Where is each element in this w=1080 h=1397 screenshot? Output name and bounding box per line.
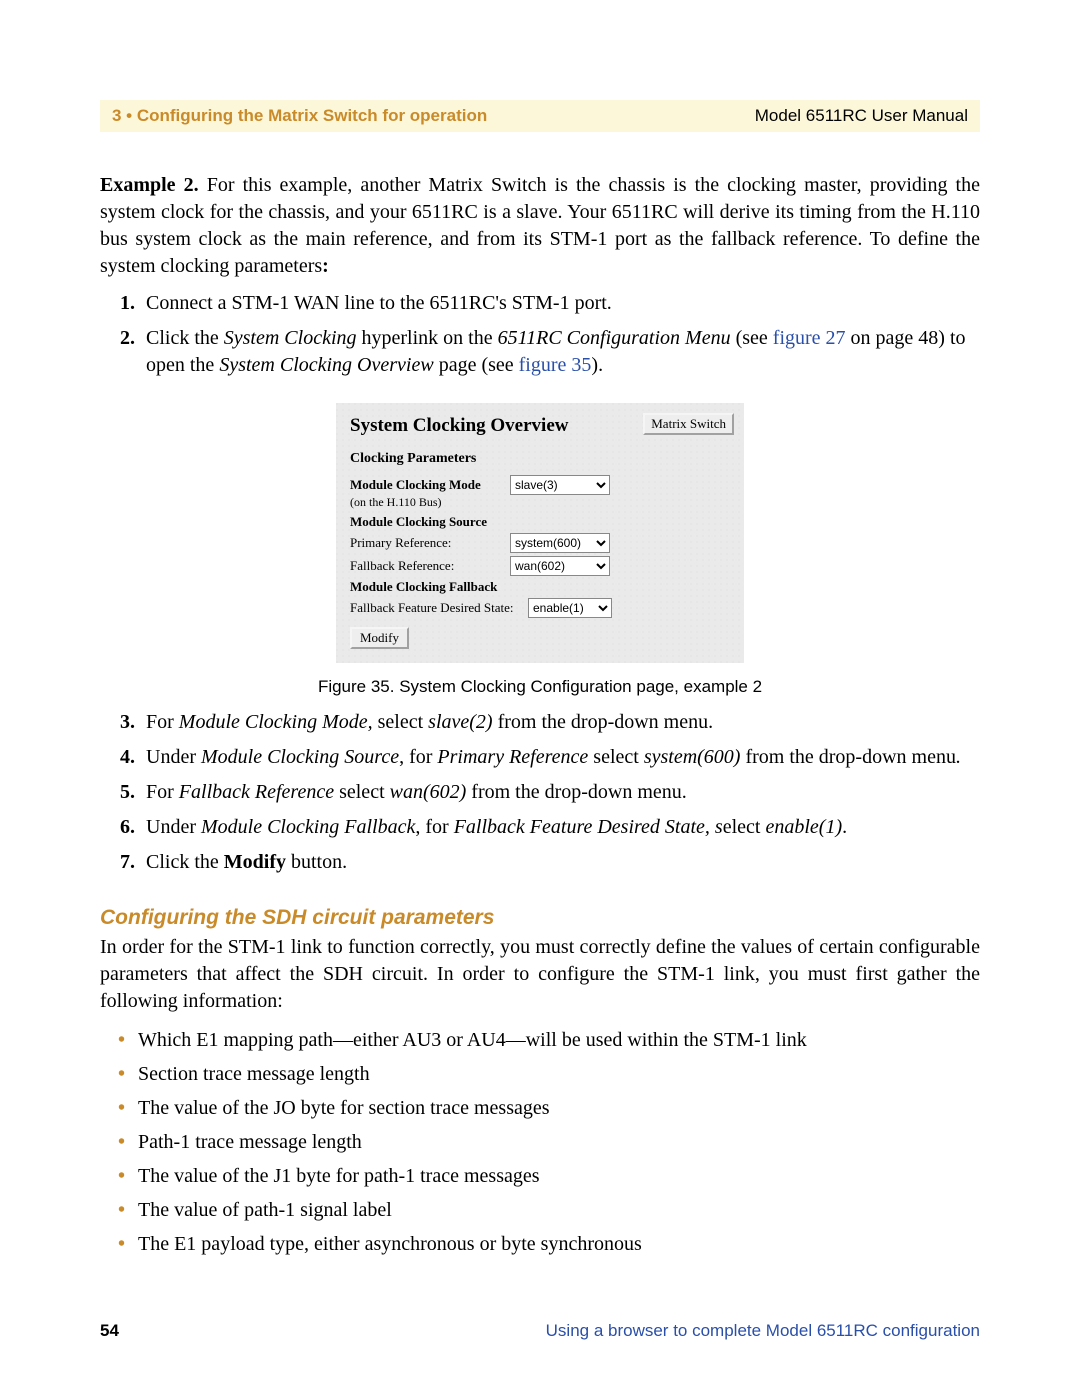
link-figure-35[interactable]: figure 35 [519, 354, 592, 376]
t: System Clocking [224, 327, 357, 349]
label-fallback-ref: Fallback Reference: [350, 558, 510, 574]
t: Modify [224, 851, 286, 873]
link-figure-27[interactable]: figure 27 [773, 327, 846, 349]
step-3: For Module Clocking Mode, select slave(2… [140, 709, 980, 736]
bullet-item: The E1 payload type, either asynchronous… [124, 1231, 980, 1257]
t: from the drop-down menu. [493, 711, 714, 733]
bullet-item: The value of the JO byte for section tra… [124, 1095, 980, 1121]
clocking-parameters-label: Clocking Parameters [350, 451, 730, 467]
example-colon: : [322, 255, 329, 277]
step-5: For Fallback Reference select wan(602) f… [140, 779, 980, 806]
select-primary-ref[interactable]: system(600) [510, 533, 610, 553]
bullet-item: Which E1 mapping path—either AU3 or AU4—… [124, 1027, 980, 1053]
t: select [588, 746, 644, 768]
figure-35-wrap: System Clocking Overview Matrix Switch C… [100, 403, 980, 697]
page-footer: 54 Using a browser to complete Model 651… [100, 1321, 980, 1341]
example-paragraph: Example 2. For this example, another Mat… [100, 172, 980, 280]
t: Under [146, 816, 201, 838]
t: For [146, 781, 179, 803]
t: . [842, 816, 847, 838]
modify-button[interactable]: Modify [350, 627, 409, 649]
t: page (see [434, 354, 519, 376]
select-fallback-ref[interactable]: wan(602) [510, 556, 610, 576]
t: Fallback Feature Desired State, s [454, 816, 723, 838]
t: system(600) [644, 746, 741, 768]
step-1: Connect a STM-1 WAN line to the 6511RC's… [140, 290, 980, 317]
t: Module Clocking Fallback [201, 816, 415, 838]
row-clocking-source-heading: Module Clocking Source [350, 514, 730, 530]
page-number: 54 [100, 1321, 119, 1341]
t: Fallback Reference [179, 781, 334, 803]
t: ). [591, 354, 603, 376]
t: . [956, 746, 961, 768]
row-clocking-fallback-heading: Module Clocking Fallback [350, 579, 730, 595]
step-6: Under Module Clocking Fallback, for Fall… [140, 814, 980, 841]
step-1-text: Connect a STM-1 WAN line to the 6511RC's… [146, 292, 612, 314]
row-fallback-state: Fallback Feature Desired State: enable(1… [350, 598, 730, 618]
t: button. [286, 851, 347, 873]
step-7: Click the Modify button. [140, 849, 980, 876]
steps-list-bottom: For Module Clocking Mode, select slave(2… [100, 709, 980, 876]
t: select [334, 781, 390, 803]
label-clocking-source: Module Clocking Source [350, 514, 510, 530]
bullet-item: The value of the J1 byte for path-1 trac… [124, 1163, 980, 1189]
figure-title: System Clocking Overview [350, 415, 568, 437]
t: Click the [146, 851, 224, 873]
footer-text: Using a browser to complete Model 6511RC… [546, 1321, 980, 1341]
t: , for [399, 746, 437, 768]
t: from the drop-down menu [740, 746, 956, 768]
bullet-item: The value of path-1 signal label [124, 1197, 980, 1223]
figure-35-caption: Figure 35. System Clocking Configuration… [100, 677, 980, 697]
t: Module Clocking Mode, [179, 711, 373, 733]
t: Primary Reference [437, 746, 588, 768]
sdh-intro: In order for the STM-1 link to function … [100, 934, 980, 1015]
label-clocking-mode-sub: (on the H.110 Bus) [350, 495, 730, 510]
t: For [146, 711, 179, 733]
row-primary-ref: Primary Reference: system(600) [350, 533, 730, 553]
t: 6511RC Configuration Menu [498, 327, 731, 349]
bullet-item: Path-1 trace message length [124, 1129, 980, 1155]
t: Module Clocking Source [201, 746, 399, 768]
step-2: Click the System Clocking hyperlink on t… [140, 325, 980, 379]
header-manual: Model 6511RC User Manual [755, 106, 968, 126]
example-label: Example 2. [100, 174, 199, 196]
t: (see [731, 327, 773, 349]
t: , for [415, 816, 453, 838]
step-4: Under Module Clocking Source, for Primar… [140, 744, 980, 771]
row-clocking-mode: Module Clocking Mode slave(3) [350, 475, 730, 495]
row-fallback-ref: Fallback Reference: wan(602) [350, 556, 730, 576]
t: elect [723, 816, 766, 838]
t: wan(602) [390, 781, 467, 803]
matrix-switch-button[interactable]: Matrix Switch [643, 413, 734, 435]
t: slave(2) [428, 711, 492, 733]
t: enable(1) [765, 816, 842, 838]
header-chapter: 3 • Configuring the Matrix Switch for op… [112, 106, 487, 126]
label-primary-ref: Primary Reference: [350, 535, 510, 551]
select-clocking-mode[interactable]: slave(3) [510, 475, 610, 495]
t: System Clocking Overview [219, 354, 433, 376]
sdh-heading: Configuring the SDH circuit parameters [100, 906, 980, 930]
t: select [373, 711, 429, 733]
label-clocking-fallback: Module Clocking Fallback [350, 579, 497, 595]
sdh-bullets: Which E1 mapping path—either AU3 or AU4—… [100, 1027, 980, 1257]
label-fallback-state: Fallback Feature Desired State: [350, 600, 528, 616]
select-fallback-state[interactable]: enable(1) [528, 598, 612, 618]
bullet-item: Section trace message length [124, 1061, 980, 1087]
t: from the drop-down menu. [466, 781, 687, 803]
example-text: For this example, another Matrix Switch … [100, 174, 980, 277]
steps-list-top: Connect a STM-1 WAN line to the 6511RC's… [100, 290, 980, 379]
t: hyperlink on the [357, 327, 498, 349]
label-clocking-mode: Module Clocking Mode [350, 477, 510, 493]
t: Click the [146, 327, 224, 349]
page-header: 3 • Configuring the Matrix Switch for op… [100, 100, 980, 132]
t: Under [146, 746, 201, 768]
figure-35: System Clocking Overview Matrix Switch C… [336, 403, 744, 663]
